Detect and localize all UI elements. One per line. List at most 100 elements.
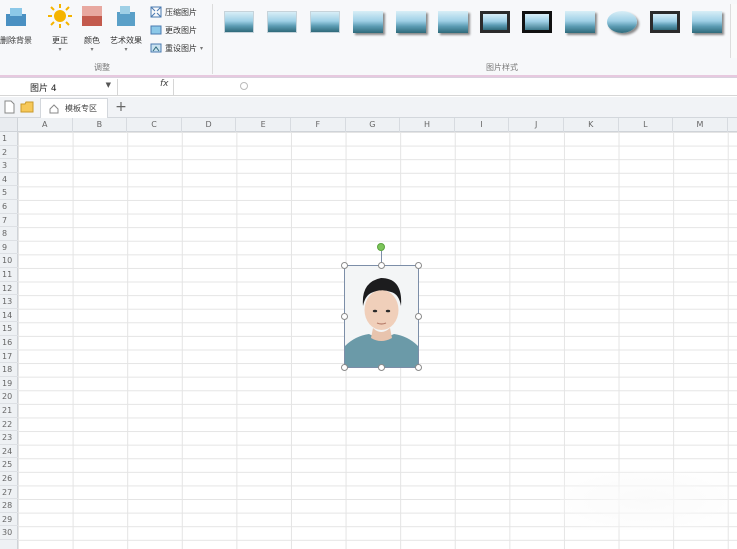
row-header-4[interactable]: 4	[0, 173, 18, 187]
row-header-10[interactable]: 10	[0, 254, 18, 268]
group-divider	[212, 4, 213, 74]
tab-template-zone[interactable]: 模板专区	[40, 98, 108, 118]
picture-style-2[interactable]	[265, 8, 299, 36]
row-header-19[interactable]: 19	[0, 377, 18, 391]
chevron-down-icon: ▾	[58, 46, 62, 53]
row-header-15[interactable]: 15	[0, 322, 18, 336]
picture-style-6[interactable]	[436, 8, 470, 36]
chevron-down-icon[interactable]: ▼	[106, 81, 111, 89]
column-header-m[interactable]: M	[673, 118, 728, 132]
row-header-26[interactable]: 26	[0, 472, 18, 486]
row-header-14[interactable]: 14	[0, 309, 18, 323]
row-header-23[interactable]: 23	[0, 431, 18, 445]
change-picture-button[interactable]: 更改图片	[150, 22, 197, 38]
row-header-6[interactable]: 6	[0, 200, 18, 214]
resize-handle-top-right[interactable]	[415, 262, 422, 269]
remove-background-button[interactable]: 删除背景	[0, 2, 34, 58]
correct-button[interactable]: 更正 ▾	[42, 2, 78, 58]
color-button[interactable]: 颜色 ▾	[74, 2, 110, 58]
row-header-11[interactable]: 11	[0, 268, 18, 282]
row-header-9[interactable]: 9	[0, 241, 18, 255]
row-header-30[interactable]: 30	[0, 526, 18, 540]
resize-handle-top-left[interactable]	[341, 262, 348, 269]
chevron-down-icon: ▾	[200, 44, 204, 52]
row-header-13[interactable]: 13	[0, 295, 18, 309]
row-header-5[interactable]: 5	[0, 186, 18, 200]
resize-handle-bottom-left[interactable]	[341, 364, 348, 371]
row-header-22[interactable]: 22	[0, 418, 18, 432]
column-header-a[interactable]: A	[18, 118, 73, 132]
row-header-28[interactable]: 28	[0, 499, 18, 513]
column-header-f[interactable]: F	[291, 118, 346, 132]
row-header-8[interactable]: 8	[0, 227, 18, 241]
row-header-21[interactable]: 21	[0, 404, 18, 418]
column-header-b[interactable]: B	[73, 118, 128, 132]
column-headers: ABCDEFGHIJKLM	[18, 118, 737, 132]
picture-style-7[interactable]	[478, 8, 512, 36]
column-header-g[interactable]: G	[346, 118, 401, 132]
picture-style-1[interactable]	[222, 8, 256, 36]
select-all-corner[interactable]	[0, 118, 18, 132]
compress-picture-button[interactable]: 压缩图片	[150, 4, 197, 20]
remove-background-icon	[6, 8, 26, 26]
art-effect-icon	[117, 6, 135, 26]
column-header-i[interactable]: I	[455, 118, 510, 132]
row-header-3[interactable]: 3	[0, 159, 18, 173]
chevron-down-icon: ▾	[90, 46, 94, 53]
resize-handle-left[interactable]	[341, 313, 348, 320]
column-header-d[interactable]: D	[182, 118, 237, 132]
row-header-17[interactable]: 17	[0, 350, 18, 364]
row-header-2[interactable]: 2	[0, 146, 18, 160]
ribbon: 删除背景 更正 ▾ 颜色 ▾ 艺术效果 ▾ 压缩图片 更改图片 重设图片 ▾ 调…	[0, 0, 737, 78]
picture-style-12[interactable]	[690, 8, 724, 36]
row-header-16[interactable]: 16	[0, 336, 18, 350]
folder-icon[interactable]	[20, 100, 34, 114]
art-effect-button[interactable]: 艺术效果 ▾	[108, 2, 144, 58]
row-header-18[interactable]: 18	[0, 363, 18, 377]
compress-icon	[150, 6, 162, 18]
column-header-k[interactable]: K	[564, 118, 619, 132]
resize-handle-right[interactable]	[415, 313, 422, 320]
row-header-7[interactable]: 7	[0, 214, 18, 228]
rotation-handle[interactable]	[377, 243, 385, 251]
column-header-l[interactable]: L	[619, 118, 674, 132]
reset-picture-icon	[150, 43, 162, 53]
picture-style-5[interactable]	[394, 8, 428, 36]
resize-handle-bottom[interactable]	[378, 364, 385, 371]
adjust-group-label: 调整	[94, 63, 110, 72]
fx-icon[interactable]: fx	[160, 79, 169, 89]
add-tab-button[interactable]: +	[114, 98, 128, 116]
row-header-1[interactable]: 1	[0, 132, 18, 146]
picture-selection-frame	[344, 265, 419, 368]
picture-styles-group-label: 图片样式	[486, 63, 518, 72]
reset-picture-button[interactable]: 重设图片 ▾	[150, 40, 203, 56]
new-document-icon[interactable]	[2, 100, 16, 114]
row-header-12[interactable]: 12	[0, 282, 18, 296]
picture-style-3[interactable]	[308, 8, 342, 36]
column-header-h[interactable]: H	[400, 118, 455, 132]
column-header-c[interactable]: C	[127, 118, 182, 132]
row-header-24[interactable]: 24	[0, 445, 18, 459]
column-header-e[interactable]: E	[236, 118, 291, 132]
resize-handle-bottom-right[interactable]	[415, 364, 422, 371]
column-header-j[interactable]: J	[509, 118, 564, 132]
name-box[interactable]: 图片 4 ▼	[0, 79, 118, 95]
row-header-29[interactable]: 29	[0, 513, 18, 527]
row-header-27[interactable]: 27	[0, 486, 18, 500]
row-header-20[interactable]: 20	[0, 390, 18, 404]
row-header-25[interactable]: 25	[0, 458, 18, 472]
picture-style-4[interactable]	[351, 8, 385, 36]
document-tab-bar: 模板专区 +	[0, 97, 737, 118]
picture-style-8[interactable]	[520, 8, 554, 36]
ribbon-accent-line	[0, 75, 737, 77]
picture-style-11[interactable]	[648, 8, 682, 36]
formula-input[interactable]	[176, 79, 737, 95]
picture-style-9[interactable]	[563, 8, 597, 36]
chevron-down-icon: ▾	[124, 46, 128, 53]
gallery-scroll[interactable]	[730, 4, 737, 58]
watermark-area	[560, 470, 730, 530]
resize-handle-top[interactable]	[378, 262, 385, 269]
home-icon	[49, 103, 59, 113]
change-picture-icon	[150, 25, 162, 35]
picture-style-10[interactable]	[605, 8, 639, 36]
